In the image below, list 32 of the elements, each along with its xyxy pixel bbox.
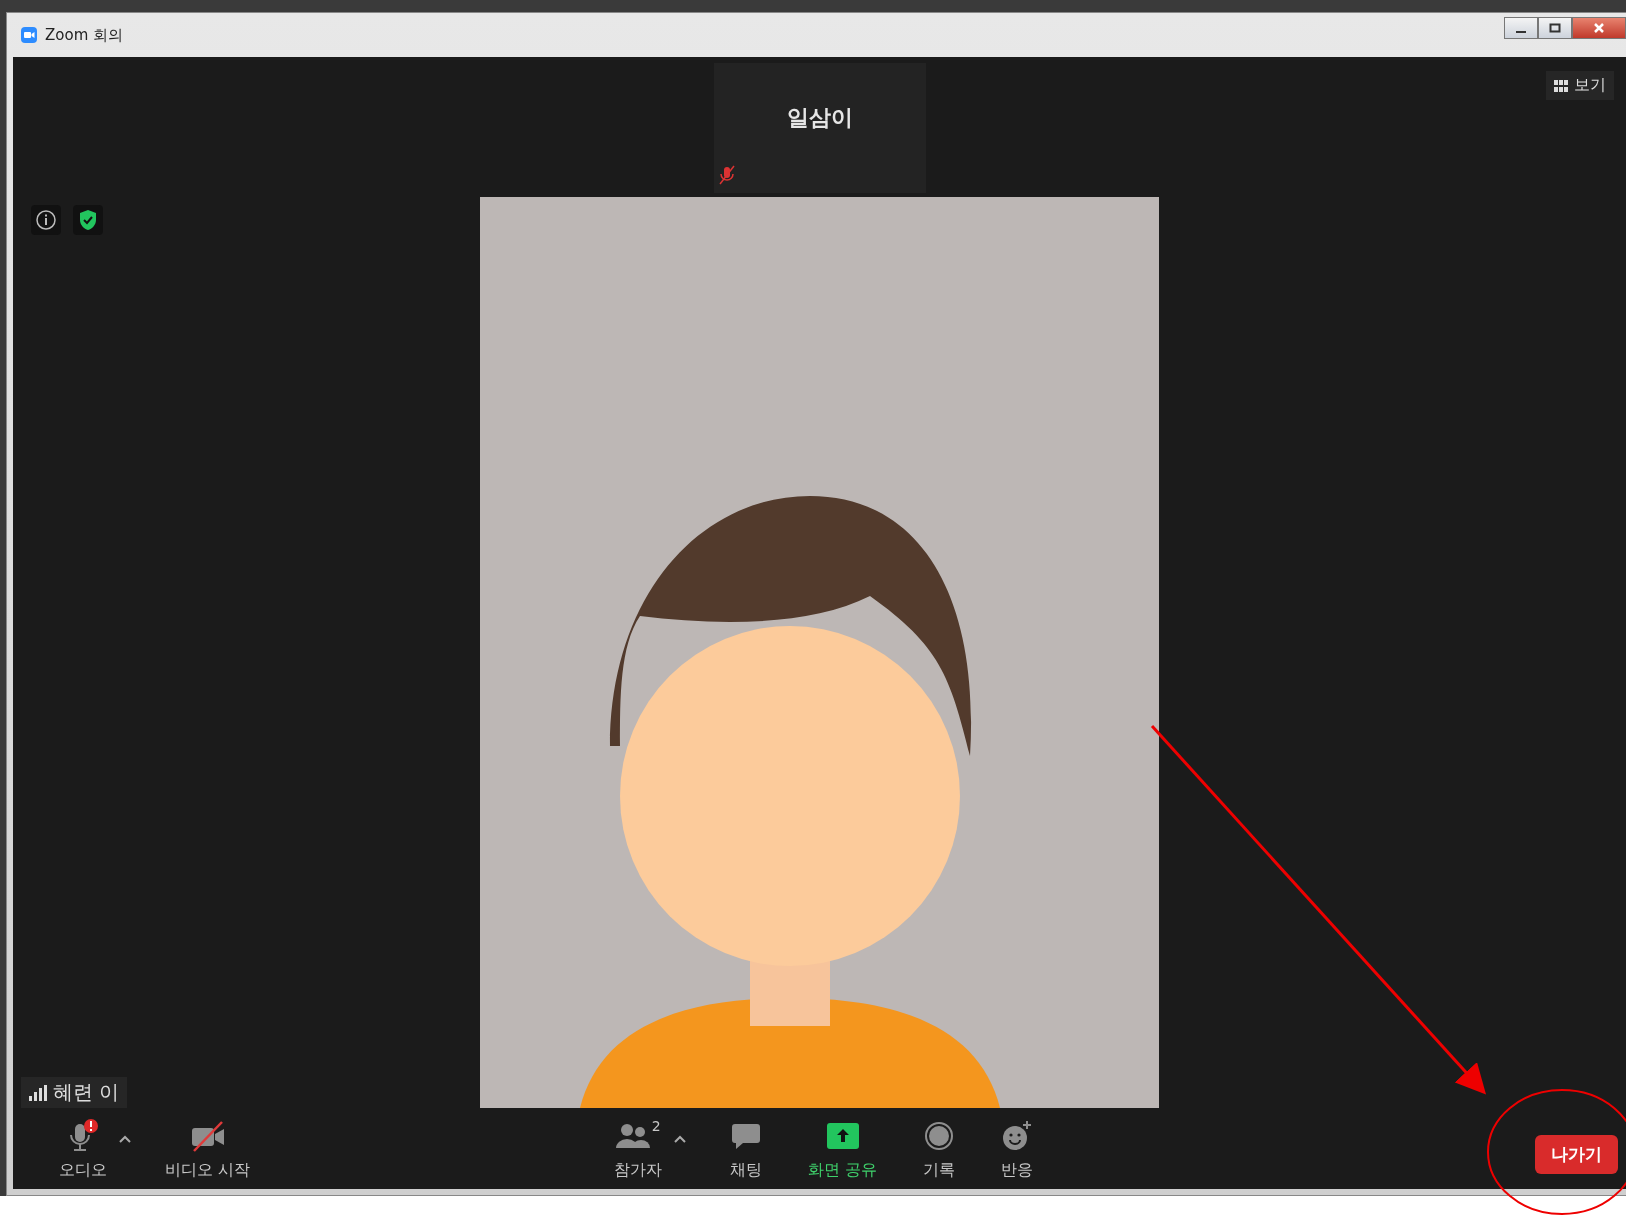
speaker-name: 일삼이 bbox=[786, 104, 853, 132]
record-icon bbox=[924, 1120, 955, 1151]
signal-icon bbox=[29, 1084, 47, 1101]
maximize-icon bbox=[1549, 23, 1561, 33]
video-button[interactable]: 비디오 시작 bbox=[159, 1113, 257, 1185]
camera-app-icon bbox=[21, 27, 37, 43]
minimize-button[interactable] bbox=[1504, 17, 1538, 39]
share-screen-icon bbox=[825, 1121, 860, 1150]
smiley-plus-icon bbox=[1001, 1119, 1034, 1152]
participants-button[interactable]: 2 참가자 bbox=[608, 1113, 669, 1185]
reactions-button[interactable]: 반응 bbox=[995, 1113, 1040, 1185]
people-icon bbox=[615, 1121, 650, 1150]
shield-icon[interactable] bbox=[78, 209, 98, 231]
video-off-icon bbox=[189, 1119, 226, 1152]
chat-bubble-icon bbox=[731, 1121, 762, 1150]
caret-up-icon[interactable] bbox=[674, 1134, 687, 1143]
maximize-button[interactable] bbox=[1538, 17, 1572, 39]
share-button[interactable]: 화면 공유 bbox=[802, 1113, 884, 1185]
leave-button[interactable]: 나가기 bbox=[1535, 1135, 1618, 1174]
grid-icon bbox=[1554, 79, 1568, 92]
window-title: Zoom 회의 bbox=[45, 25, 124, 45]
audio-button[interactable]: 오디오 bbox=[53, 1113, 113, 1185]
close-icon bbox=[1593, 22, 1605, 34]
self-name: 혜련 이 bbox=[53, 1079, 120, 1106]
record-button[interactable]: 기록 bbox=[917, 1113, 962, 1185]
minimize-icon bbox=[1516, 31, 1526, 33]
view-button[interactable]: 보기 bbox=[1546, 71, 1614, 100]
close-button[interactable] bbox=[1572, 17, 1626, 39]
chat-button[interactable]: 채팅 bbox=[724, 1113, 769, 1185]
caret-up-icon[interactable] bbox=[119, 1134, 131, 1143]
participant-count: 2 bbox=[651, 1117, 661, 1134]
info-icon[interactable] bbox=[35, 209, 57, 231]
